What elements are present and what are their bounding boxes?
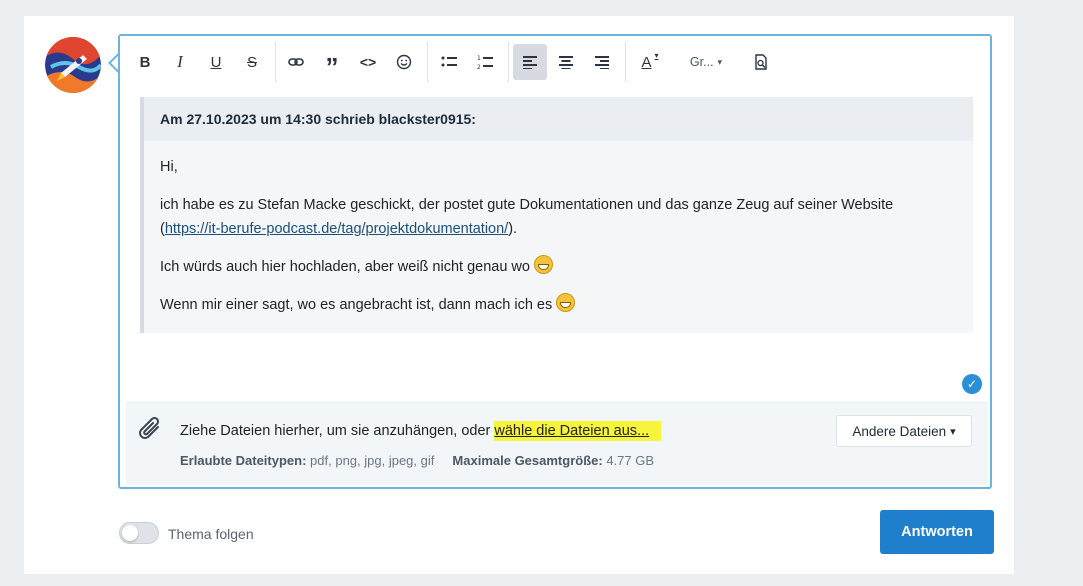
align-right-button[interactable] — [585, 44, 619, 80]
chevron-down-icon: ▾ — [717, 56, 723, 67]
bullet-list-icon — [441, 56, 457, 67]
align-right-icon — [595, 56, 609, 69]
svg-text:1: 1 — [477, 55, 481, 62]
code-button[interactable]: <> — [351, 44, 385, 80]
bullet-list-button[interactable] — [432, 44, 466, 80]
italic-button[interactable]: I — [163, 44, 197, 80]
editor-toolbar: B I U S ” <> 12 A ▾ Gr... ▾ — [120, 36, 990, 88]
quote-paragraph: Ich würds auch hier hochladen, aber weiß… — [160, 255, 957, 279]
bold-button[interactable]: B — [128, 44, 162, 80]
other-files-button[interactable]: Andere Dateien ▾ — [836, 415, 972, 447]
link-icon — [288, 58, 304, 66]
quote-paragraph: ich habe es zu Stefan Macke geschickt, d… — [160, 193, 957, 241]
quote-line: Ich würds auch hier hochladen, aber weiß… — [160, 259, 530, 275]
quote-line: Wenn mir einer sagt, wo es angebracht is… — [160, 297, 553, 313]
paperclip-icon — [138, 415, 164, 450]
quote-header: Am 27.10.2023 um 14:30 schrieb blackster… — [144, 97, 973, 141]
smiley-icon — [396, 54, 412, 70]
quote-greeting: Hi, — [160, 159, 178, 175]
numbered-list-icon: 12 — [477, 55, 493, 70]
drop-instruction: Ziehe Dateien hierher, um sie anzuhängen… — [180, 421, 662, 441]
reply-button[interactable]: Antworten — [880, 510, 994, 554]
preview-icon — [755, 54, 767, 70]
allowed-types-label: Erlaubte Dateitypen: — [180, 453, 307, 468]
drop-text: Ziehe Dateien hierher, um sie anzuhängen… — [180, 423, 495, 439]
font-size-label: Gr... — [689, 55, 714, 69]
toolbar-divider — [427, 42, 428, 82]
strikethrough-button[interactable]: S — [235, 44, 269, 80]
grinning-emoji-icon — [534, 255, 554, 274]
paren-close: ). — [508, 221, 518, 237]
align-left-button[interactable] — [513, 44, 547, 80]
follow-thread-label: Thema folgen — [168, 526, 254, 542]
text-color-button[interactable]: A ▾ — [631, 44, 669, 80]
follow-thread-toggle[interactable] — [119, 522, 159, 544]
toolbar-divider — [625, 42, 626, 82]
avatar[interactable] — [45, 37, 101, 93]
preview-button[interactable] — [744, 44, 778, 80]
quote-body: Hi, ich habe es zu Stefan Macke geschick… — [144, 141, 973, 317]
choose-files-link[interactable]: wähle die Dateien aus... — [494, 421, 662, 441]
link-button[interactable] — [279, 44, 313, 80]
align-center-button[interactable] — [549, 44, 583, 80]
toolbar-divider — [508, 42, 509, 82]
emoji-button[interactable] — [387, 44, 421, 80]
max-size-value: 4.77 GB — [606, 453, 655, 468]
numbered-list-button[interactable]: 12 — [468, 44, 502, 80]
caret-down-icon: ▾ — [950, 425, 956, 438]
align-left-icon — [523, 56, 537, 69]
text-color-icon: A — [641, 53, 652, 71]
spellcheck-check-icon[interactable]: ✓ — [962, 374, 982, 394]
quoted-message: Am 27.10.2023 um 14:30 schrieb blackster… — [140, 97, 973, 333]
align-center-icon — [559, 56, 573, 69]
svg-text:2: 2 — [477, 64, 481, 70]
message-editor[interactable]: B I U S ” <> 12 A ▾ Gr... ▾ Am 27.10.202… — [118, 34, 992, 489]
max-size-label: Maximale Gesamtgröße: — [452, 453, 603, 468]
attachment-limits: Erlaubte Dateitypen: pdf, png, jpg, jpeg… — [180, 453, 654, 468]
allowed-types-value: pdf, png, jpg, jpeg, gif — [310, 453, 435, 468]
quote-button[interactable]: ” — [315, 44, 349, 82]
attachment-area[interactable]: Ziehe Dateien hierher, um sie anzuhängen… — [126, 401, 988, 485]
font-size-dropdown[interactable]: Gr... ▾ — [682, 44, 730, 80]
caret-down-icon: ▾ — [654, 50, 659, 60]
quote-line: ich habe es zu Stefan Macke geschickt, d… — [160, 197, 894, 213]
grinning-emoji-icon — [556, 293, 576, 312]
underline-button[interactable]: U — [199, 44, 233, 80]
other-files-label: Andere Dateien — [852, 423, 947, 439]
website-link[interactable]: https://it-berufe-podcast.de/tag/projekt… — [165, 221, 508, 237]
quote-paragraph: Wenn mir einer sagt, wo es angebracht is… — [160, 293, 957, 317]
toolbar-divider — [275, 42, 276, 82]
